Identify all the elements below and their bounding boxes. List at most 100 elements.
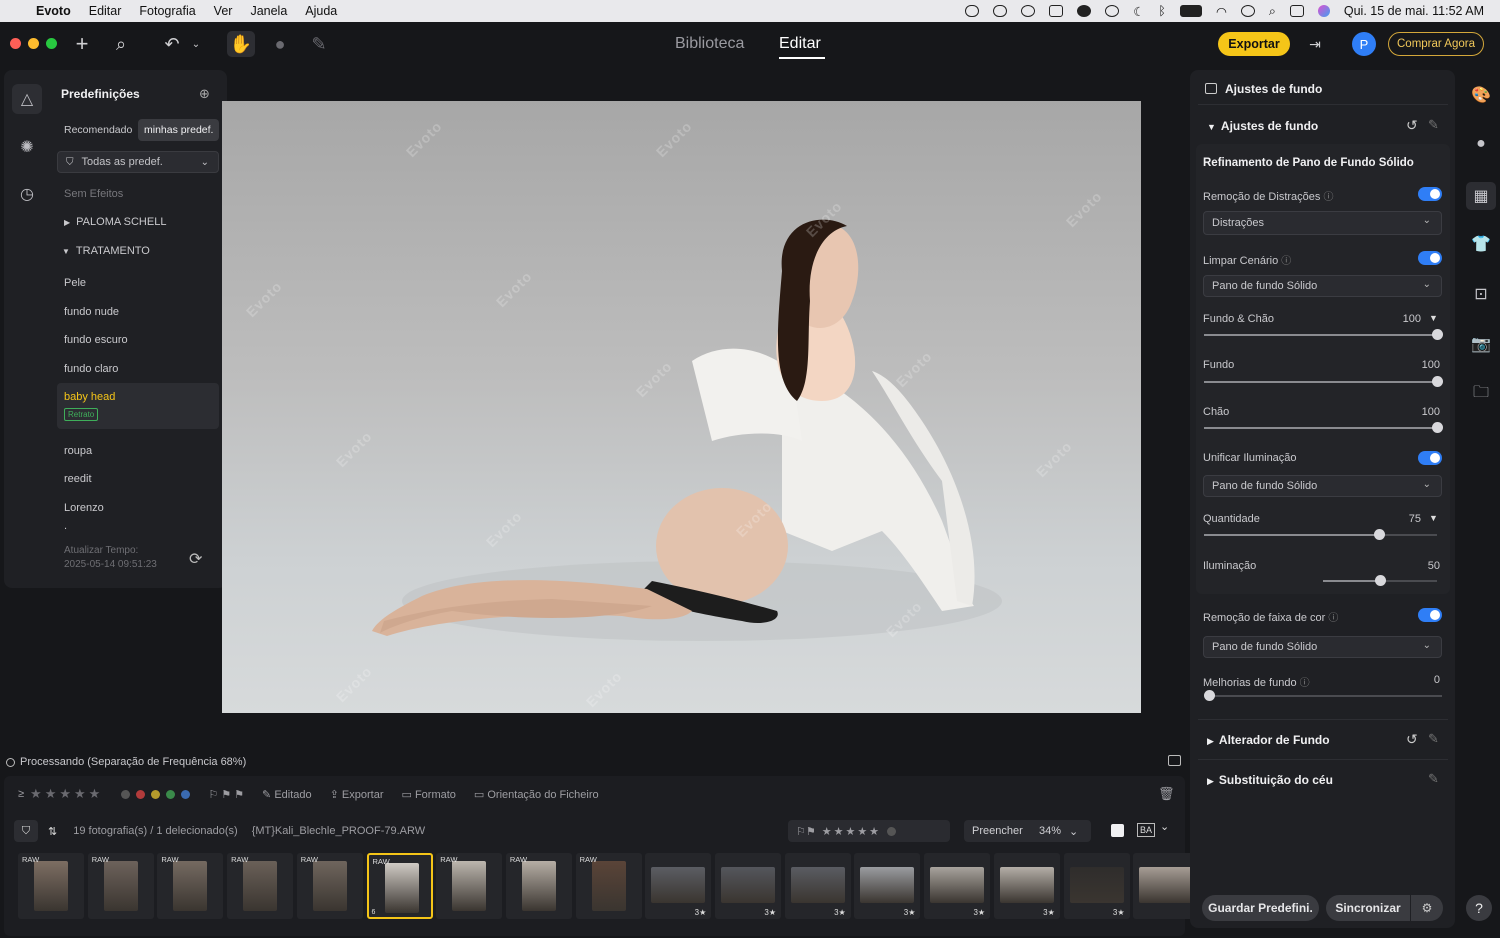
trash-icon[interactable]: 🗑 [1158, 786, 1175, 802]
star-filter-icon[interactable]: ★★★★★ [30, 786, 103, 802]
slider-knob[interactable] [1204, 690, 1215, 701]
group-tratamento[interactable]: ▼ TRATAMENTO [62, 245, 150, 257]
thumb-rating-controls[interactable]: ⚐⚑ ★★★★★ [788, 820, 950, 842]
help-icon[interactable]: ⓘ [1281, 256, 1291, 267]
greater-equal-icon[interactable]: ≥ [18, 788, 24, 800]
flag-icon[interactable]: ⚐⚑ [796, 825, 816, 838]
add-preset-icon[interactable]: ⊕ [199, 86, 210, 102]
clean-scene-toggle[interactable] [1418, 251, 1442, 265]
section-toggle-ajustes[interactable]: ▼ Ajustes de fundo [1207, 119, 1318, 133]
zoom-dropdown[interactable]: 34% ⌄ [1031, 820, 1091, 842]
single-view-icon[interactable] [1111, 824, 1124, 837]
filmstrip-thumbnail[interactable]: 3★ [1063, 853, 1130, 919]
undo-history-chevron-icon[interactable]: ⌄ [188, 31, 204, 57]
lighting-slider[interactable] [1323, 575, 1437, 586]
view-chevron-icon[interactable]: ⌄ [1160, 820, 1169, 833]
link-icon[interactable] [1021, 5, 1036, 17]
app-menu[interactable]: Evoto [36, 4, 71, 18]
camera-icon[interactable]: 📷 [1470, 333, 1492, 355]
tab-editar[interactable]: Editar [779, 35, 821, 53]
grammarly-icon[interactable] [1077, 5, 1092, 17]
battery-icon[interactable] [1179, 5, 1202, 17]
export-filter[interactable]: ⇪ Exportar [330, 788, 384, 801]
no-effects-item[interactable]: Sem Efeitos [64, 188, 123, 200]
effects-icon[interactable]: ✺ [12, 132, 42, 162]
airdrop-icon[interactable] [1105, 5, 1120, 17]
color-label-yellow[interactable] [151, 789, 161, 799]
chip-minhas-predef[interactable]: minhas predef. [138, 119, 220, 141]
hand-tool-icon[interactable]: ✋ [227, 31, 255, 57]
crop-icon[interactable]: ⊡ [1470, 283, 1492, 305]
orientation-filter[interactable]: ▭ Orientação do Ficheiro [474, 788, 599, 801]
bg-slider[interactable] [1204, 376, 1443, 387]
menubar-clock[interactable]: Qui. 15 de mai. 11:52 AM [1344, 4, 1484, 18]
filmstrip-thumbnail[interactable]: RAW [505, 853, 572, 919]
color-label-green[interactable] [166, 789, 176, 799]
slider-knob[interactable] [1432, 422, 1443, 433]
preset-item[interactable]: fundo claro [64, 363, 118, 375]
slider-knob[interactable] [1432, 376, 1443, 387]
filmstrip-thumbnail[interactable]: RAW [157, 853, 224, 919]
filmstrip-thumbnail[interactable]: 3★ [645, 853, 712, 919]
preset-item[interactable]: Pele [64, 277, 86, 289]
undo-icon[interactable]: ↶ [160, 31, 184, 57]
banding-dropdown[interactable]: Pano de fundo Sólido ⌄ [1203, 636, 1442, 658]
floor-slider[interactable] [1204, 422, 1443, 433]
edited-filter[interactable]: ✎ Editado [262, 788, 312, 801]
unify-lighting-toggle[interactable] [1418, 451, 1442, 465]
photo-canvas[interactable]: Evoto Evoto Evoto Evoto Evoto Evoto Evot… [222, 101, 1141, 713]
sort-icon[interactable]: ⇅ [48, 825, 57, 838]
bg-improve-value[interactable]: 0 [1410, 674, 1440, 686]
minimize-window-button[interactable] [28, 38, 39, 49]
share-panel-icon[interactable]: ⇥ [1304, 31, 1326, 57]
sync-button[interactable]: Sincronizar [1326, 895, 1410, 921]
add-icon[interactable]: + [70, 31, 94, 57]
brush-tool-icon[interactable]: ● [268, 31, 292, 57]
quantity-slider[interactable] [1204, 529, 1437, 540]
refresh-icon[interactable]: ⟳ [189, 549, 202, 569]
help-icon[interactable]: ⓘ [1300, 678, 1310, 689]
preset-item[interactable]: fundo nude [64, 306, 119, 318]
bg-value[interactable]: 100 [1410, 359, 1440, 371]
slider-knob[interactable] [1375, 575, 1386, 586]
edit-off-icon[interactable]: ✎ [1428, 731, 1439, 747]
color-dot-icon[interactable] [887, 826, 897, 836]
palette-icon[interactable]: 🎨 [1470, 84, 1492, 106]
history-icon[interactable]: ◷ [12, 179, 42, 209]
help-button[interactable]: ? [1466, 895, 1492, 921]
filmstrip-thumbnail[interactable]: RAW [18, 853, 84, 919]
caret-down-icon[interactable]: ▼ [1429, 513, 1438, 523]
presets-icon[interactable]: △ [12, 84, 42, 114]
preset-item[interactable]: reedit [64, 473, 92, 485]
help-icon[interactable]: ⓘ [1323, 192, 1333, 203]
siri-icon[interactable] [1317, 5, 1330, 17]
search-icon[interactable]: ⌕ [109, 31, 133, 57]
menu-ajuda[interactable]: Ajuda [305, 4, 337, 18]
menu-ver[interactable]: Ver [214, 4, 233, 18]
reset-icon[interactable]: ↺ [1406, 731, 1418, 748]
preset-item[interactable]: fundo escuro [64, 334, 128, 346]
filmstrip-thumbnail[interactable]: 3★ [993, 853, 1060, 919]
filmstrip-thumbnail[interactable]: RAW [87, 853, 154, 919]
buy-now-button[interactable]: Comprar Agora [1388, 32, 1484, 56]
preset-filter-dropdown[interactable]: ⛉ Todas as predef. ⌄ [57, 151, 219, 173]
background-icon[interactable]: ▦ [1466, 182, 1496, 210]
wifi-icon[interactable]: ◠ [1216, 4, 1227, 19]
before-after-icon[interactable]: BA [1137, 823, 1156, 837]
filmstrip-thumbnail[interactable]: RAW [575, 853, 642, 919]
filter-toggle-icon[interactable]: ⛉ [14, 820, 38, 842]
preset-item[interactable]: roupa [64, 445, 92, 457]
format-filter[interactable]: ▭ Formato [401, 788, 455, 801]
filmstrip-thumbnail[interactable]: RAW [296, 853, 363, 919]
preset-dot-item[interactable]: . [64, 520, 67, 532]
avatar[interactable]: P [1352, 32, 1376, 56]
chip-recomendado[interactable]: Recomendado [58, 119, 138, 141]
section-toggle-sky[interactable]: ▶ Substituição do céu [1207, 773, 1333, 787]
bg-floor-value[interactable]: 100 [1396, 313, 1421, 325]
quantity-value[interactable]: 75 [1396, 513, 1421, 525]
fill-button[interactable]: Preencher [964, 820, 1031, 842]
color-label-gray[interactable] [121, 789, 131, 799]
floor-value[interactable]: 100 [1410, 406, 1440, 418]
reset-icon[interactable]: ↺ [1406, 117, 1418, 134]
save-preset-button[interactable]: Guardar Predefini. [1202, 895, 1319, 921]
